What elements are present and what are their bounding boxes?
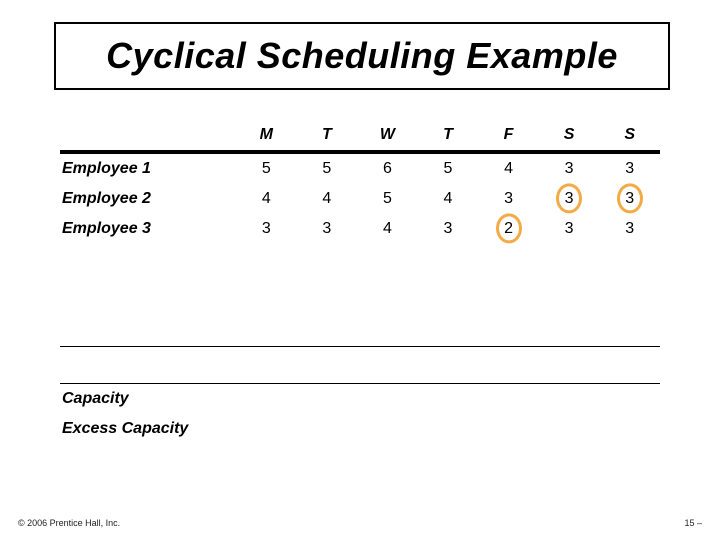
cell: 4 xyxy=(500,160,518,178)
col-head: T xyxy=(297,120,358,150)
cell: 4 xyxy=(439,190,457,208)
footer-page: 15 – xyxy=(684,518,702,528)
row-label: Employee 3 xyxy=(60,214,236,244)
col-head: T xyxy=(418,120,479,150)
footer-copyright: © 2006 Prentice Hall, Inc. xyxy=(18,518,120,528)
col-head: F xyxy=(478,120,539,150)
cell: 4 xyxy=(318,190,336,208)
cell: 3 xyxy=(560,220,578,238)
cell: 5 xyxy=(318,160,336,178)
cell: 4 xyxy=(378,220,396,238)
header-row: M T W T F S S xyxy=(60,120,660,150)
table-row: Employee 1 5 5 6 5 4 3 3 xyxy=(60,152,660,184)
cell-circled: 2 xyxy=(500,220,518,238)
table-row: Excess Capacity xyxy=(60,414,660,444)
cell: 3 xyxy=(439,220,457,238)
cell: 5 xyxy=(378,190,396,208)
schedule-table: M T W T F S S Employee 1 5 5 6 5 4 3 3 E… xyxy=(60,120,660,444)
slide: Cyclical Scheduling Example M T W T F S … xyxy=(0,0,720,540)
capacity-label: Capacity xyxy=(60,384,660,415)
cell: 3 xyxy=(500,190,518,208)
cell: 3 xyxy=(257,220,275,238)
col-head: M xyxy=(236,120,297,150)
col-head: W xyxy=(357,120,418,150)
title-box: Cyclical Scheduling Example xyxy=(54,22,670,90)
cell: 3 xyxy=(560,160,578,178)
schedule-table-wrap: M T W T F S S Employee 1 5 5 6 5 4 3 3 E… xyxy=(60,120,660,444)
table-row: Employee 2 4 4 5 4 3 3 3 xyxy=(60,184,660,214)
cell: 4 xyxy=(257,190,275,208)
col-head: S xyxy=(599,120,660,150)
cell: 3 xyxy=(318,220,336,238)
table-row: Employee 3 3 3 4 3 2 3 3 xyxy=(60,214,660,244)
col-head: S xyxy=(539,120,600,150)
table-row: Capacity xyxy=(60,384,660,415)
cell: 6 xyxy=(378,160,396,178)
cell: 3 xyxy=(621,160,639,178)
excess-capacity-label: Excess Capacity xyxy=(60,414,660,444)
cell: 3 xyxy=(621,220,639,238)
cell-circled: 3 xyxy=(621,190,639,208)
row-label: Employee 1 xyxy=(60,152,236,184)
cell: 5 xyxy=(257,160,275,178)
page-title: Cyclical Scheduling Example xyxy=(106,35,618,77)
cell-circled: 3 xyxy=(560,190,578,208)
cell: 5 xyxy=(439,160,457,178)
row-label: Employee 2 xyxy=(60,184,236,214)
